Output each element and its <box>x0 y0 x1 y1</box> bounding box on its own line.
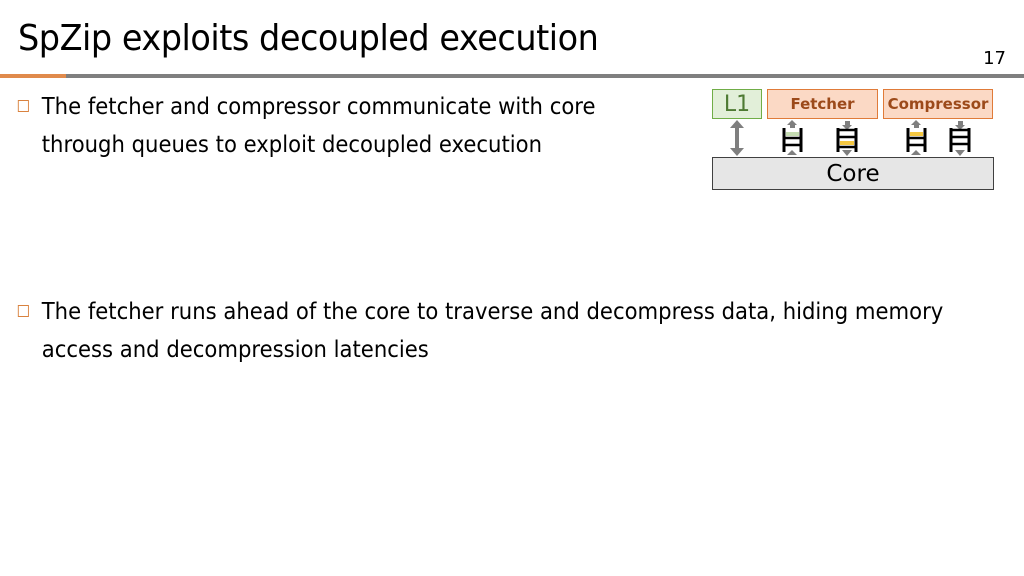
l1-cache-block: L1 <box>712 89 762 119</box>
bullet-2: The fetcher runs ahead of the core to tr… <box>16 293 982 369</box>
compressor-block: Compressor <box>883 89 993 119</box>
diagram-connections <box>730 120 971 156</box>
queue-fetcher-to-core-icon <box>836 121 858 156</box>
title-rule-accent <box>0 74 66 78</box>
queue-compressor-to-core-icon <box>949 121 971 156</box>
slide-number: 17 <box>983 48 1006 69</box>
title-rule <box>66 74 1024 78</box>
l1-core-arrow-icon <box>730 120 744 156</box>
bullet-1: The fetcher and compressor communicate w… <box>16 88 660 164</box>
bullet-text: The fetcher and compressor communicate w… <box>41 94 596 158</box>
bullet-box-icon <box>17 305 29 317</box>
bullet-text: The fetcher runs ahead of the core to tr… <box>41 299 944 363</box>
queue-core-to-fetcher-icon <box>782 120 803 155</box>
fetcher-block: Fetcher <box>767 89 878 119</box>
bullet-box-icon <box>17 100 29 112</box>
core-block: Core <box>712 157 994 190</box>
slide-title: SpZip exploits decoupled execution <box>18 18 599 59</box>
queue-core-to-compressor-icon <box>906 120 927 155</box>
